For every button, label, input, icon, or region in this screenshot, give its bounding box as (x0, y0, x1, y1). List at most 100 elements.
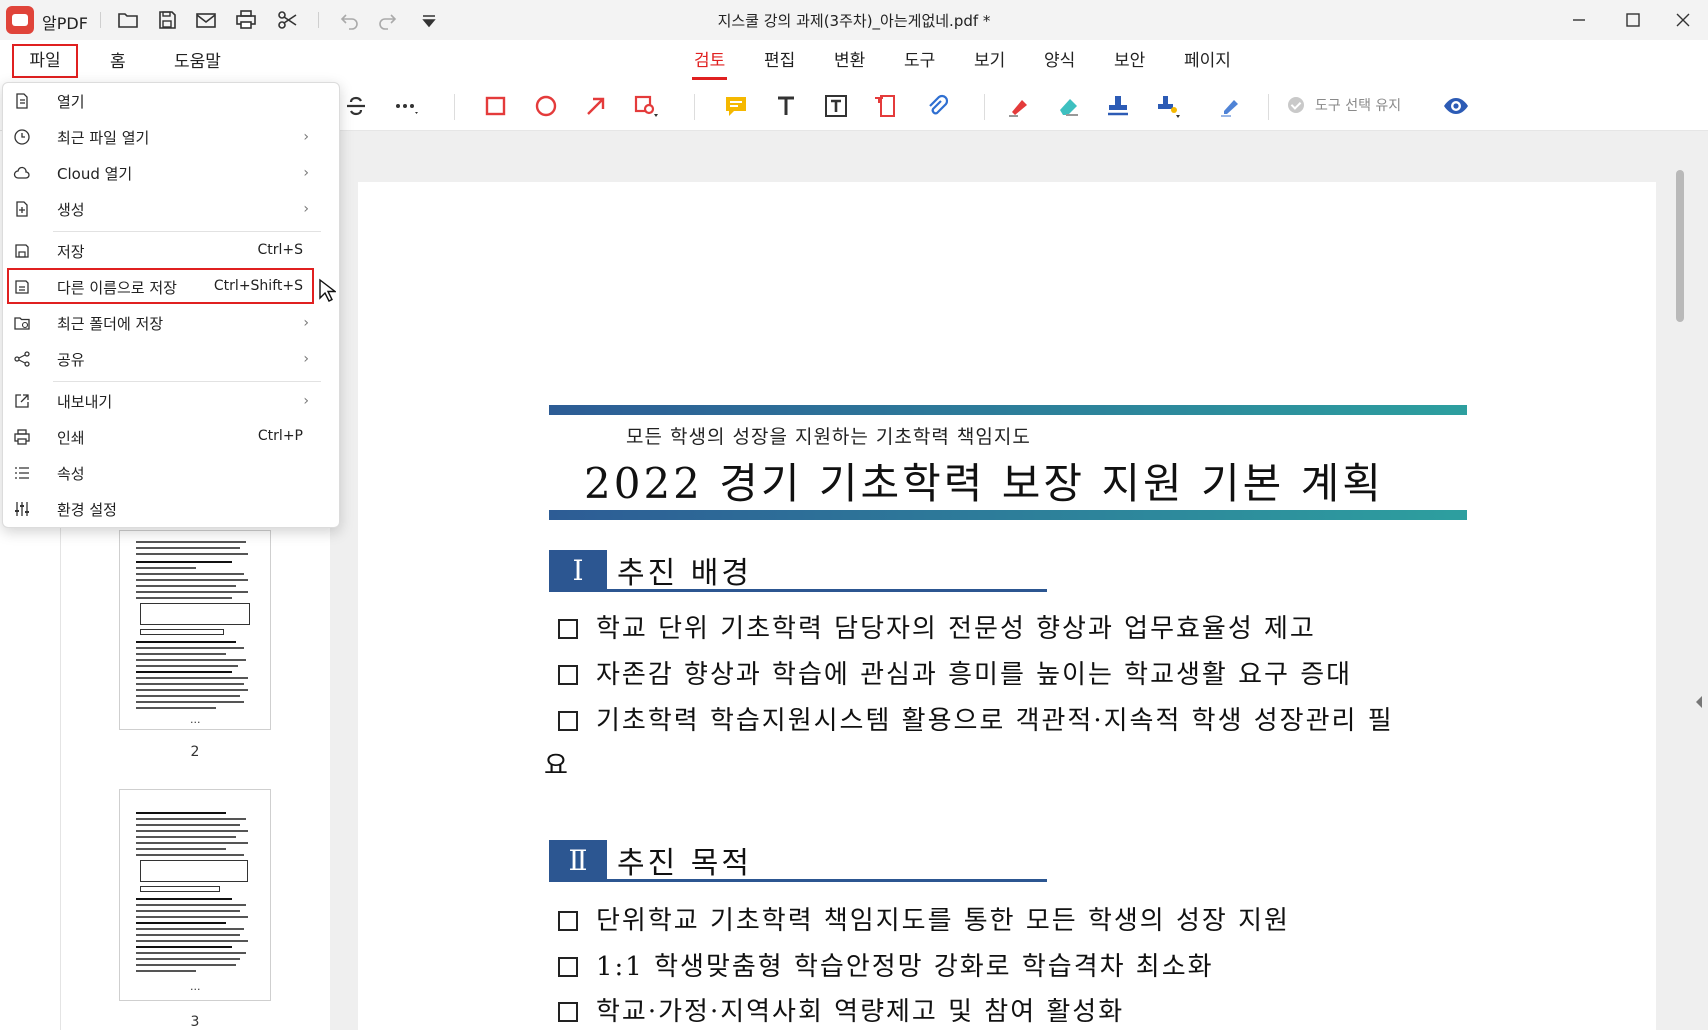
signature-pen-icon[interactable] (1216, 92, 1244, 120)
scissors-icon[interactable] (276, 8, 300, 32)
submenu-arrow-icon: › (303, 129, 309, 145)
file-menu-save[interactable]: 저장 Ctrl+S (3, 233, 341, 269)
bullet-item: 자존감 향상과 학습에 관심과 흥미를 높이는 학교생활 요구 증대 (558, 654, 1352, 691)
save-as-highlight-box (7, 268, 314, 304)
right-panel-expand-icon[interactable] (1696, 696, 1702, 708)
tab-form[interactable]: 양식 (1044, 48, 1075, 78)
submenu-arrow-icon: › (303, 165, 309, 181)
text-icon[interactable] (772, 92, 800, 120)
file-menu-export[interactable]: 내보내기 › (3, 383, 341, 419)
folder-clock-icon (13, 314, 31, 332)
title-top-bar (549, 405, 1467, 415)
tab-page[interactable]: 페이지 (1184, 48, 1231, 78)
toolbar-separator (454, 94, 455, 120)
minimize-button[interactable] (1552, 0, 1606, 40)
close-button[interactable] (1656, 0, 1708, 40)
file-menu-create[interactable]: 생성 › (3, 191, 341, 227)
checkbox-square-icon (558, 957, 578, 977)
section-heading: 추진 배경 (617, 556, 752, 591)
file-menu-save-recent-folder[interactable]: 최근 폴더에 저장 › (3, 305, 341, 341)
submenu-arrow-icon: › (303, 315, 309, 331)
rectangle-icon[interactable] (482, 92, 510, 120)
section-underline (549, 589, 1047, 592)
new-document-icon (13, 200, 31, 218)
maximize-button[interactable] (1606, 0, 1660, 40)
bullet-item: 단위학교 기초학력 책임지도를 통한 모든 학생의 성장 지원 (558, 900, 1290, 937)
tab-convert[interactable]: 변환 (834, 48, 865, 78)
strikethrough-icon[interactable] (342, 92, 370, 120)
file-menu-dropdown: 열기 최근 파일 열기 › Cloud 열기 › 생성 › 저장 Ctrl+S … (2, 82, 340, 528)
print-icon[interactable] (234, 8, 258, 32)
section-numeral: Ⅱ (549, 840, 607, 882)
submenu-arrow-icon: › (303, 393, 309, 409)
open-folder-icon[interactable] (116, 8, 140, 32)
eye-icon[interactable] (1442, 92, 1470, 120)
submenu-arrow-icon: › (303, 201, 309, 217)
file-menu-open[interactable]: 열기 (3, 83, 341, 119)
mail-icon[interactable] (194, 8, 218, 32)
checkbox-square-icon (558, 1002, 578, 1022)
undo-icon[interactable] (337, 8, 361, 32)
toolbar-separator (694, 94, 695, 120)
tab-review[interactable]: 검토 (691, 48, 728, 80)
tab-security[interactable]: 보안 (1114, 48, 1145, 78)
shape-dropdown-icon[interactable] (632, 92, 660, 120)
page-thumbnail[interactable]: ... (119, 789, 271, 1001)
checkbox-square-icon (558, 911, 578, 931)
file-menu-preferences[interactable]: 환경 설정 (3, 491, 341, 527)
thumbnail-ellipsis: ... (190, 713, 201, 726)
cloud-icon (13, 164, 31, 182)
bullet-item: 학교 단위 기초학력 담당자의 전문성 향상과 업무효율성 제고 (558, 608, 1316, 645)
keep-tool-label[interactable]: 도구 선택 유지 (1315, 95, 1401, 115)
more-tools-icon[interactable] (392, 92, 420, 120)
checkbox-square-icon (558, 711, 578, 731)
submenu-arrow-icon: › (303, 351, 309, 367)
file-menu-share[interactable]: 공유 › (3, 341, 341, 377)
menu-help[interactable]: 도움말 (174, 48, 221, 76)
title-separator (100, 12, 101, 28)
arrow-icon[interactable] (582, 92, 610, 120)
toolbar-separator (1268, 94, 1269, 120)
bullet-item: 학교·가정·지역사회 역량제고 및 참여 활성화 (558, 991, 1124, 1028)
callout-icon[interactable] (872, 92, 900, 120)
ellipse-icon[interactable] (532, 92, 560, 120)
redo-icon[interactable] (376, 8, 400, 32)
tab-view[interactable]: 보기 (974, 48, 1005, 78)
tab-tools[interactable]: 도구 (904, 48, 935, 78)
eraser-icon[interactable] (1054, 92, 1082, 120)
bullet-item: 1:1 학생맞춤형 학습안정망 강화로 학습격차 최소화 (558, 946, 1214, 983)
list-icon (13, 464, 31, 482)
tab-edit[interactable]: 편집 (764, 48, 795, 78)
thumbnail-ellipsis: ... (190, 980, 201, 993)
save-icon[interactable] (155, 8, 179, 32)
bullet-item: 기초학력 학습지원시스템 활용으로 객관적·지속적 학생 성장관리 필 (558, 700, 1394, 737)
document-icon (13, 92, 31, 110)
stamp-icon[interactable] (1104, 92, 1132, 120)
title-bottom-bar (549, 510, 1467, 520)
bullet-wrap-text: 요 (544, 751, 568, 781)
title-bar: 알PDF 지스쿨 강의 과제(3주차)_아는게없네.pdf * (0, 0, 1708, 40)
file-menu-print[interactable]: 인쇄 Ctrl+P (3, 419, 341, 455)
attachment-icon[interactable] (922, 92, 950, 120)
sliders-icon (13, 500, 31, 518)
file-menu-cloud-open[interactable]: Cloud 열기 › (3, 155, 341, 191)
document-subtitle: 모든 학생의 성장을 지원하는 기초학력 책임지도 (626, 426, 1031, 448)
menu-file[interactable]: 파일 (12, 44, 78, 78)
menu-separator (53, 231, 321, 232)
stamp-dropdown-icon[interactable] (1154, 92, 1182, 120)
file-menu-properties[interactable]: 속성 (3, 455, 341, 491)
section-underline (549, 879, 1047, 882)
share-icon (13, 350, 31, 368)
document-main-title: 2022 경기 기초학력 보장 지원 기본 계획 (584, 459, 1384, 508)
keep-tool-check-icon[interactable] (1288, 97, 1304, 113)
text-box-icon[interactable] (822, 92, 850, 120)
highlighter-icon[interactable] (1004, 92, 1032, 120)
checkbox-square-icon (558, 665, 578, 685)
page-thumbnail[interactable]: ... (119, 530, 271, 730)
quick-access-dropdown-icon[interactable] (417, 8, 441, 32)
vertical-scrollbar[interactable] (1676, 170, 1684, 322)
file-menu-recent-files[interactable]: 최근 파일 열기 › (3, 119, 341, 155)
menu-home[interactable]: 홈 (110, 48, 126, 76)
section-numeral: Ⅰ (549, 550, 607, 592)
sticky-note-icon[interactable] (722, 92, 750, 120)
